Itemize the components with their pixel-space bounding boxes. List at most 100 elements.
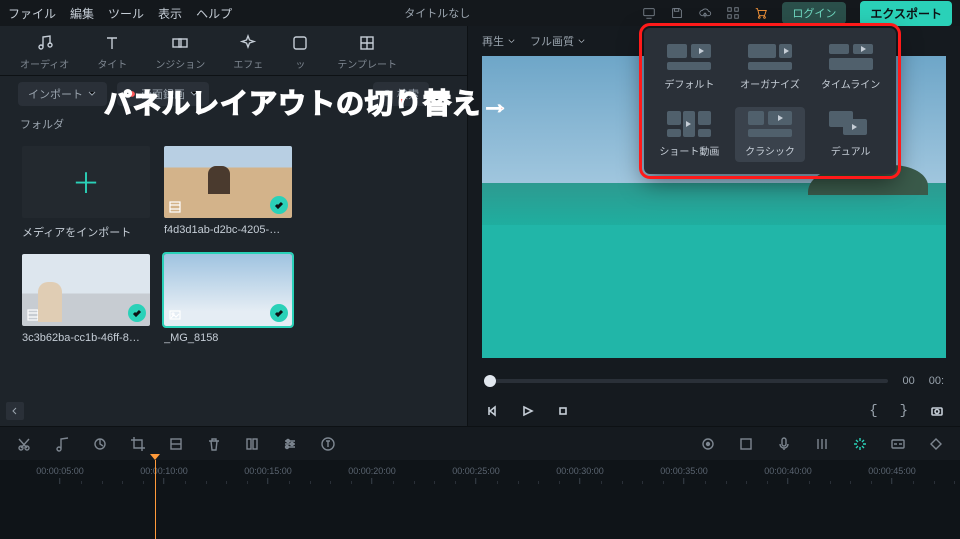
tab-effects[interactable]: エフェ: [233, 34, 263, 75]
added-check-icon: [270, 304, 288, 322]
tab-label: ッ: [295, 56, 305, 71]
added-check-icon: [128, 304, 146, 322]
layout-option-short[interactable]: ショート動画: [654, 107, 725, 162]
added-check-icon: [270, 196, 288, 214]
render-icon[interactable]: [738, 436, 754, 452]
sticker-icon: [291, 34, 309, 52]
layout-glyph-icon: [829, 44, 873, 70]
tab-label: オーディオ: [20, 56, 69, 71]
tab-titles[interactable]: タイト: [97, 34, 127, 75]
media-clip[interactable]: [164, 254, 292, 326]
play-button[interactable]: [520, 404, 534, 418]
clip-caption: _MG_8158: [164, 332, 292, 344]
ruler-tick: 00:00:20:00: [348, 466, 396, 484]
quality-dropdown[interactable]: フル画質: [530, 33, 586, 49]
time-current: 00: [902, 375, 914, 387]
play-controls: { }: [468, 396, 960, 426]
menu-file[interactable]: ファイル: [8, 5, 56, 22]
layout-option-dual[interactable]: デュアル: [815, 107, 886, 162]
menubar: ファイル 編集 ツール 表示 ヘルプ タイトルなし ログイン エクスポート: [0, 0, 960, 26]
overlap-icon: [171, 34, 189, 52]
ruler-tick: 00:00:25:00: [452, 466, 500, 484]
stop-button[interactable]: [556, 404, 570, 418]
tracks-area[interactable]: [0, 484, 960, 539]
prev-frame-button[interactable]: [484, 404, 498, 418]
timeline-toolbar: [0, 426, 960, 460]
quality-label: フル画質: [530, 33, 574, 49]
chevron-down-icon: [577, 37, 586, 46]
clip-caption: 3c3b62ba-cc1b-46ff-8…: [22, 332, 150, 344]
adjust-icon[interactable]: [282, 436, 298, 452]
rotate-icon[interactable]: [168, 436, 184, 452]
layout-option-label: クラシック: [745, 143, 795, 158]
tab-transitions[interactable]: ンジション: [155, 34, 205, 75]
tab-label: テンプレート: [337, 56, 397, 71]
export-button[interactable]: エクスポート: [860, 1, 952, 26]
transport-bar: 00 00:: [468, 366, 960, 396]
layout-option-label: デュアル: [831, 143, 871, 158]
tab-stickers[interactable]: ッ: [291, 34, 309, 75]
layout-glyph-icon: [667, 44, 711, 70]
layout-option-timeline[interactable]: タイムライン: [815, 40, 886, 95]
layout-option-classic[interactable]: クラシック: [735, 107, 806, 162]
layout-option-default[interactable]: デフォルト: [654, 40, 725, 95]
speed-icon[interactable]: [54, 436, 70, 452]
sparkle-icon: [239, 34, 257, 52]
keyframe-icon[interactable]: [928, 436, 944, 452]
playback-mode-dropdown[interactable]: 再生: [482, 33, 516, 49]
media-clip[interactable]: [22, 254, 150, 326]
ruler-tick: 00:00:15:00: [244, 466, 292, 484]
layout-option-label: タイムライン: [821, 76, 880, 91]
mark-in-button[interactable]: {: [869, 403, 877, 419]
media-grid: ＋ メディアをインポート f4d3d1ab-d2bc-4205-… 3c3b62…: [0, 136, 467, 354]
tab-label: ンジション: [155, 56, 205, 71]
time-ruler[interactable]: 00:00:05:0000:00:10:0000:00:15:0000:00:2…: [0, 460, 960, 484]
source-tabs: オーディオ タイト ンジション エフェ ッ テンプレート: [0, 26, 467, 76]
tab-audio[interactable]: オーディオ: [20, 34, 69, 75]
apps-icon[interactable]: [726, 6, 740, 20]
import-media-cell[interactable]: ＋: [22, 146, 150, 218]
cloud-upload-icon[interactable]: [698, 6, 712, 20]
text-icon[interactable]: [320, 436, 336, 452]
device-icon[interactable]: [642, 6, 656, 20]
import-dropdown[interactable]: インポート: [18, 82, 107, 106]
cart-icon[interactable]: [754, 6, 768, 20]
layout-glyph-icon: [748, 44, 792, 70]
mixer-icon[interactable]: [814, 436, 830, 452]
crop-icon[interactable]: [130, 436, 146, 452]
color-icon[interactable]: [244, 436, 260, 452]
snapshot-icon[interactable]: [930, 404, 944, 418]
clip-type-icon: [168, 200, 182, 214]
scrub-thumb[interactable]: [484, 375, 496, 387]
login-button[interactable]: ログイン: [782, 2, 846, 24]
template-grid-icon: [358, 34, 376, 52]
chevron-down-icon: [507, 37, 516, 46]
menu-edit[interactable]: 編集: [70, 5, 94, 22]
layout-glyph-icon: [829, 111, 873, 137]
ruler-tick: 00:00:40:00: [764, 466, 812, 484]
scrub-bar[interactable]: [484, 379, 888, 383]
layout-option-label: デフォルト: [664, 76, 714, 91]
playhead[interactable]: [155, 460, 156, 539]
marker-icon[interactable]: [92, 436, 108, 452]
auto-icon[interactable]: [700, 436, 716, 452]
collapse-sidebar-button[interactable]: [6, 402, 24, 420]
save-icon[interactable]: [670, 6, 684, 20]
menu-tools[interactable]: ツール: [108, 5, 144, 22]
mark-out-button[interactable]: }: [900, 403, 908, 419]
mic-icon[interactable]: [776, 436, 792, 452]
media-clip[interactable]: [164, 146, 292, 218]
layout-option-organize[interactable]: オーガナイズ: [735, 40, 806, 95]
smart-tool-icon[interactable]: [852, 436, 868, 452]
chevron-down-icon: [87, 89, 97, 99]
subtitle-icon[interactable]: [890, 436, 906, 452]
menu-help[interactable]: ヘルプ: [196, 5, 232, 22]
import-label: インポート: [28, 86, 83, 102]
menu-view[interactable]: 表示: [158, 5, 182, 22]
delete-icon[interactable]: [206, 436, 222, 452]
plus-icon: ＋: [72, 162, 100, 202]
playback-label: 再生: [482, 33, 504, 49]
clip-type-icon: [168, 308, 182, 322]
cut-tool-icon[interactable]: [16, 436, 32, 452]
tab-templates[interactable]: テンプレート: [337, 34, 397, 75]
